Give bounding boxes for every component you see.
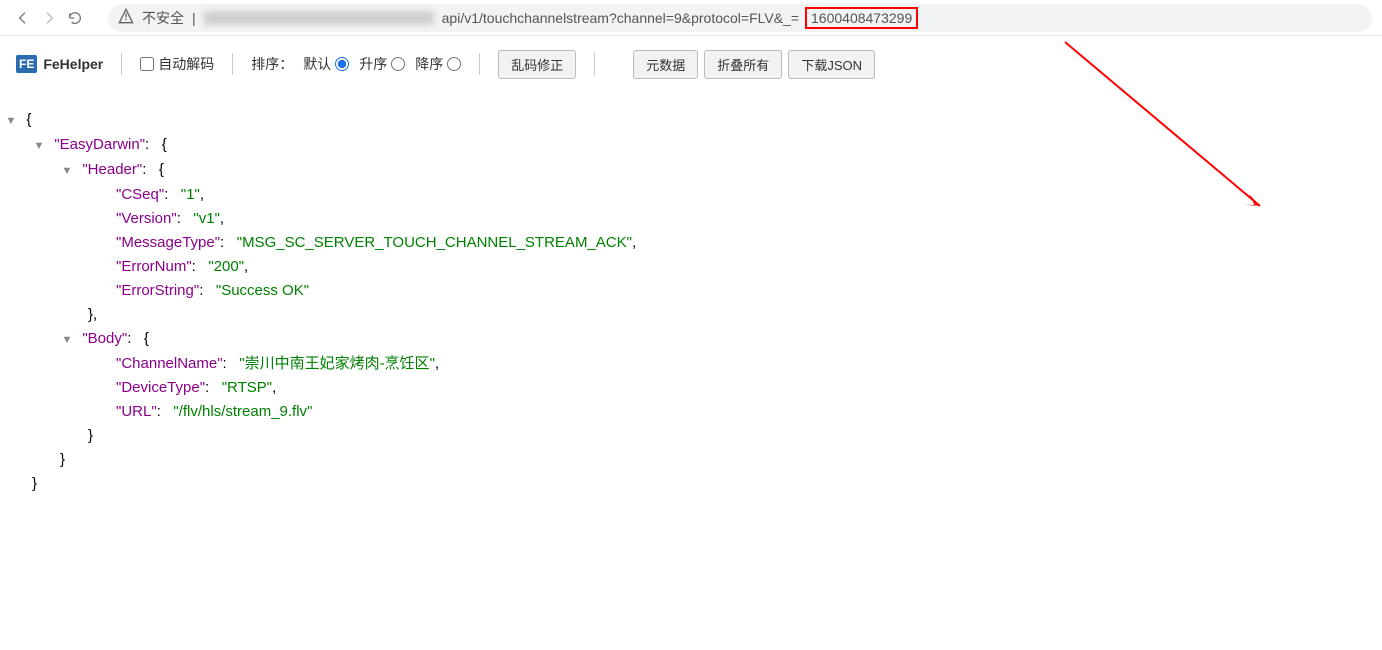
sort-asc-input[interactable] xyxy=(391,57,405,71)
json-key: ErrorString xyxy=(121,282,194,299)
sort-desc-input[interactable] xyxy=(447,57,461,71)
json-key: EasyDarwin xyxy=(60,136,140,153)
json-value: MSG_SC_SERVER_TOUCH_CHANNEL_STREAM_ACK xyxy=(242,234,627,251)
toolbar-separator xyxy=(479,53,480,75)
fehelper-logobox: FE xyxy=(16,55,37,73)
json-value: 崇川中南王妃家烤肉-烹饪区 xyxy=(245,355,430,372)
sort-label: 排序： xyxy=(251,54,293,74)
json-key: URL xyxy=(121,403,151,420)
url-field[interactable]: 不安全 | api/v1/touchchannelstream?channel=… xyxy=(108,4,1372,32)
json-key: ChannelName xyxy=(121,355,217,372)
sort-default-input[interactable] xyxy=(335,57,349,71)
toggle-icon[interactable]: ▼ xyxy=(4,109,18,133)
browser-address-bar: 不安全 | api/v1/touchchannelstream?channel=… xyxy=(0,0,1382,36)
fehelper-toolbar: FE FeHelper 自动解码 排序： 默认 升序 降序 乱码修正 元数据 折… xyxy=(0,36,1382,92)
fehelper-name: FeHelper xyxy=(43,56,103,72)
fix-encoding-button[interactable]: 乱码修正 xyxy=(498,50,576,79)
url-visible: api/v1/touchchannelstream?channel=9&prot… xyxy=(442,10,799,26)
json-key: Body xyxy=(88,330,122,347)
reload-icon[interactable] xyxy=(62,5,88,31)
json-value: v1 xyxy=(199,210,215,227)
toggle-icon[interactable]: ▼ xyxy=(60,328,74,352)
json-value: /flv/hls/stream_9.flv xyxy=(179,403,307,420)
json-key: ErrorNum xyxy=(121,258,186,275)
url-highlight: 1600408473299 xyxy=(805,7,918,29)
auto-decode-label: 自动解码 xyxy=(158,54,214,74)
toolbar-separator xyxy=(232,53,233,75)
auto-decode-input[interactable] xyxy=(140,57,154,71)
auto-decode-checkbox[interactable]: 自动解码 xyxy=(140,54,214,74)
toggle-icon[interactable]: ▼ xyxy=(32,134,46,158)
sort-asc-radio[interactable]: 升序 xyxy=(359,54,405,74)
json-viewer: ▼ { ▼ "EasyDarwin": { ▼ "Header": { "CSe… xyxy=(0,92,1382,512)
sort-desc-label: 降序 xyxy=(415,54,443,74)
collapse-all-button[interactable]: 折叠所有 xyxy=(704,50,782,79)
json-value: RTSP xyxy=(227,379,267,396)
sort-default-radio[interactable]: 默认 xyxy=(303,54,349,74)
sort-group: 排序： 默认 升序 降序 xyxy=(251,54,461,74)
fehelper-logo: FE FeHelper xyxy=(16,55,103,73)
json-key: CSeq xyxy=(121,186,159,203)
sort-asc-label: 升序 xyxy=(359,54,387,74)
back-icon[interactable] xyxy=(10,5,36,31)
insecure-label: 不安全 xyxy=(142,8,184,28)
json-key: Header xyxy=(88,161,137,178)
action-buttons: 元数据 折叠所有 下载JSON xyxy=(633,50,875,79)
json-key: DeviceType xyxy=(121,379,199,396)
forward-icon[interactable] xyxy=(36,5,62,31)
download-json-button[interactable]: 下载JSON xyxy=(788,50,875,79)
toolbar-separator xyxy=(594,53,595,75)
json-value: 1 xyxy=(186,186,194,203)
json-key: MessageType xyxy=(121,234,214,251)
url-divider: | xyxy=(192,10,196,26)
url-redacted xyxy=(204,11,434,25)
sort-desc-radio[interactable]: 降序 xyxy=(415,54,461,74)
toggle-icon[interactable]: ▼ xyxy=(60,159,74,183)
json-value: Success OK xyxy=(221,282,304,299)
metadata-button[interactable]: 元数据 xyxy=(633,50,698,79)
json-key: Version xyxy=(121,210,171,227)
insecure-icon xyxy=(118,8,134,27)
toolbar-separator xyxy=(121,53,122,75)
json-value: 200 xyxy=(214,258,239,275)
sort-default-label: 默认 xyxy=(303,54,331,74)
